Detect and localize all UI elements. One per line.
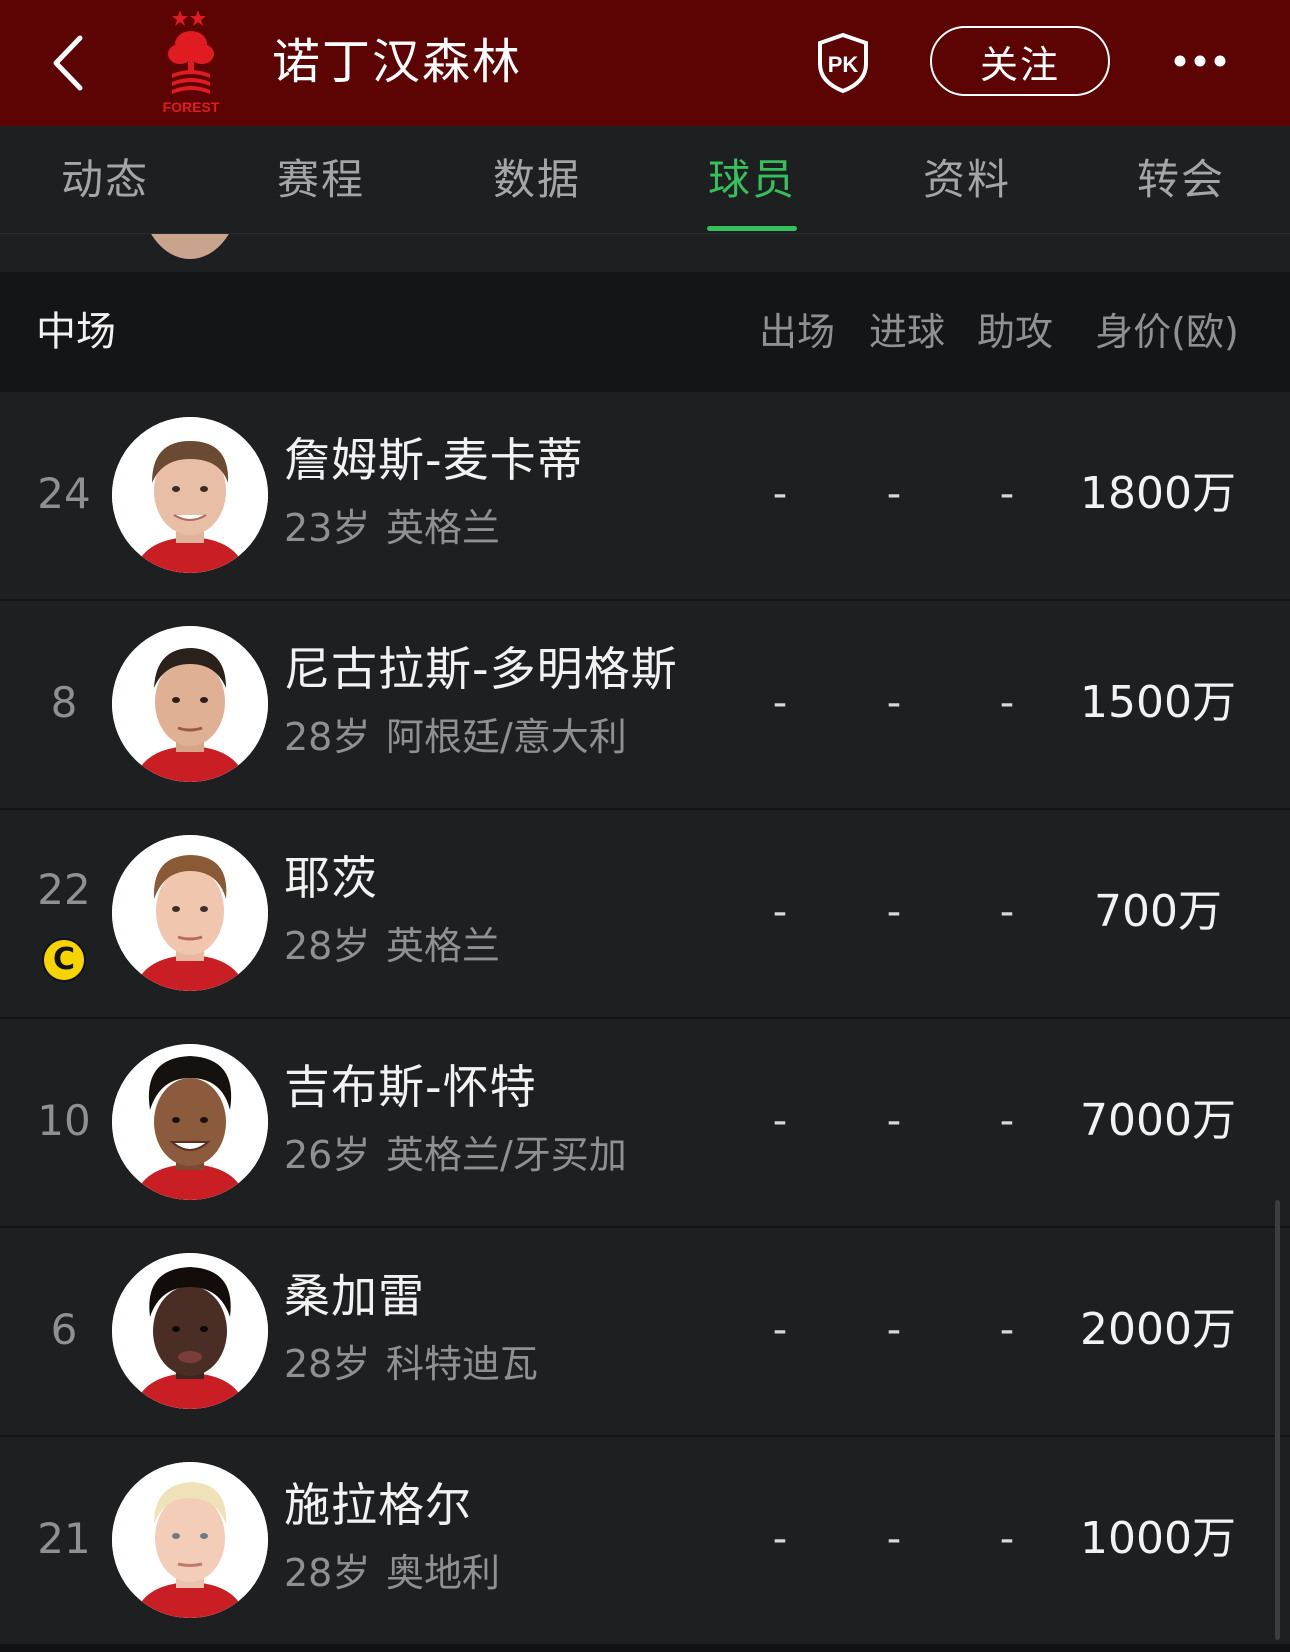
appearances-value: - (772, 1098, 788, 1144)
goals-value: - (886, 889, 902, 935)
goals-value: - (886, 1516, 902, 1562)
previous-section-row (0, 234, 1290, 272)
player-avatar (112, 1253, 268, 1409)
column-header-assists: 助攻 (976, 310, 1053, 354)
player-row[interactable]: 10 吉布斯-怀特 26岁 英格兰/牙买加 - - - 7000万 (0, 1019, 1290, 1228)
player-name: 尼古拉斯-多明格斯 (284, 642, 678, 696)
appearances-value: - (772, 680, 788, 726)
scrollbar[interactable] (1275, 1200, 1280, 1640)
back-button[interactable] (44, 30, 96, 96)
player-nationality: 奥地利 (386, 1551, 501, 1595)
appearances-value: - (772, 1307, 788, 1353)
column-header-goals: 进球 (868, 310, 945, 354)
goals-value: - (886, 1098, 902, 1144)
tab-players[interactable]: 球员 (696, 152, 808, 208)
pk-shield-icon: PK (818, 32, 868, 94)
player-list: 24 詹姆斯-麦卡蒂 23岁 英格兰 - - - 1800万 8 尼古拉斯-多明… (0, 392, 1290, 1646)
player-row[interactable]: 6 桑加雷 28岁 科特迪瓦 - - - 2000万 (0, 1228, 1290, 1437)
jersey-number: 8 (50, 678, 78, 727)
appearances-value: - (772, 889, 788, 935)
player-avatar (112, 1462, 268, 1618)
player-name: 詹姆斯-麦卡蒂 (284, 433, 584, 487)
player-age: 28岁 (284, 924, 371, 968)
player-name: 桑加雷 (284, 1269, 425, 1323)
player-age: 26岁 (284, 1133, 371, 1177)
more-options-button[interactable] (1170, 38, 1230, 84)
tab-stats[interactable]: 数据 (482, 152, 592, 208)
svg-text:FOREST: FOREST (163, 99, 220, 115)
assists-value: - (999, 889, 1015, 935)
player-row[interactable]: 24 詹姆斯-麦卡蒂 23岁 英格兰 - - - 1800万 (0, 392, 1290, 601)
appearances-value: - (772, 1516, 788, 1562)
tab-info[interactable]: 资料 (912, 152, 1022, 208)
assists-value: - (999, 471, 1015, 517)
player-age: 23岁 (284, 506, 371, 550)
tab-news[interactable]: 动态 (50, 152, 160, 208)
section-title: 中场 (36, 309, 116, 355)
player-avatar (112, 626, 268, 782)
jersey-number: 10 (37, 1096, 91, 1145)
player-age: 28岁 (284, 1342, 371, 1386)
jersey-number: 6 (50, 1305, 78, 1354)
svg-text:PK: PK (828, 52, 859, 77)
tab-bar: 动态 赛程 数据 球员 资料 转会 (0, 126, 1290, 234)
top-app-bar: FOREST 诺丁汉森林 PK 关注 (0, 0, 1290, 126)
market-value: 2000万 (1080, 1304, 1236, 1355)
assists-value: - (999, 1516, 1015, 1562)
chevron-left-icon (53, 35, 83, 91)
market-value: 7000万 (1080, 1095, 1236, 1146)
player-name: 吉布斯-怀特 (284, 1060, 537, 1114)
market-value: 1000万 (1080, 1513, 1236, 1564)
more-dots-icon (1174, 55, 1226, 67)
player-name: 耶茨 (284, 851, 378, 905)
player-row[interactable]: 8 尼古拉斯-多明格斯 28岁 阿根廷/意大利 - - - 1500万 (0, 601, 1290, 810)
jersey-number: 21 (37, 1514, 91, 1563)
player-avatar (112, 1044, 268, 1200)
goals-value: - (886, 680, 902, 726)
appearances-value: - (772, 471, 788, 517)
active-tab-indicator (707, 226, 797, 231)
avatar (140, 234, 240, 259)
player-row[interactable]: 22 C 耶茨 28岁 英格兰 - - - 700万 (0, 810, 1290, 1019)
assists-value: - (999, 680, 1015, 726)
player-nationality: 英格兰 (386, 506, 501, 550)
captain-badge-icon: C (42, 938, 86, 982)
player-avatar (112, 417, 268, 573)
tab-transfers[interactable]: 转会 (1126, 152, 1236, 208)
market-value: 1500万 (1080, 677, 1236, 728)
pk-compare-button[interactable]: PK (815, 32, 871, 94)
column-header-market-value: 身价(欧) (1095, 310, 1239, 354)
assists-value: - (999, 1307, 1015, 1353)
player-nationality: 科特迪瓦 (386, 1342, 539, 1386)
player-nationality: 英格兰/牙买加 (386, 1133, 627, 1177)
club-name: 诺丁汉森林 (272, 34, 523, 90)
player-avatar (112, 835, 268, 991)
club-logo: FOREST (160, 6, 222, 116)
assists-value: - (999, 1098, 1015, 1144)
goals-value: - (886, 1307, 902, 1353)
column-header-appearances: 出场 (758, 310, 835, 354)
goals-value: - (886, 471, 902, 517)
player-nationality: 阿根廷/意大利 (386, 715, 627, 759)
jersey-number: 22 (37, 865, 91, 914)
market-value: 1800万 (1080, 468, 1236, 519)
jersey-number: 24 (37, 469, 91, 518)
tab-schedule[interactable]: 赛程 (266, 152, 376, 208)
player-row[interactable]: 21 施拉格尔 28岁 奥地利 - - - 1000万 (0, 1437, 1290, 1646)
section-header: 中场 出场 进球 助攻 身价(欧) (0, 272, 1290, 392)
player-nationality: 英格兰 (386, 924, 501, 968)
player-age: 28岁 (284, 715, 371, 759)
player-name: 施拉格尔 (284, 1478, 472, 1532)
player-age: 28岁 (284, 1551, 371, 1595)
market-value: 700万 (1094, 886, 1222, 937)
follow-button[interactable]: 关注 (930, 26, 1110, 96)
